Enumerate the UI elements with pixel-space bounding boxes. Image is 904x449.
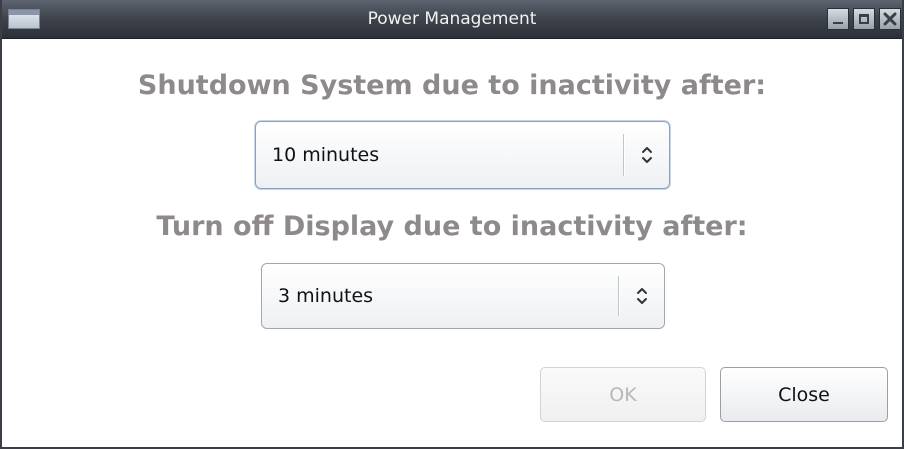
- display-timeout-select[interactable]: 3 minutes: [261, 263, 665, 329]
- shutdown-timeout-value: 10 minutes: [272, 144, 380, 166]
- close-button[interactable]: Close: [720, 367, 888, 422]
- shutdown-timeout-select[interactable]: 10 minutes: [255, 121, 670, 189]
- ok-button[interactable]: OK: [540, 367, 706, 422]
- maximize-button[interactable]: [853, 8, 875, 30]
- window-close-button[interactable]: [879, 8, 901, 30]
- power-management-window: Power Management Shutdown System due to …: [0, 0, 904, 449]
- maximize-icon: [859, 14, 869, 24]
- close-icon: [883, 12, 897, 26]
- updown-chevron-icon: [636, 288, 647, 304]
- minimize-icon: [833, 22, 843, 24]
- updown-chevron-icon: [641, 147, 652, 163]
- display-heading: Turn off Display due to inactivity after…: [156, 211, 748, 242]
- window-title: Power Management: [367, 9, 537, 29]
- minimize-button[interactable]: [827, 8, 849, 30]
- combo-arrow-button[interactable]: [619, 264, 664, 328]
- shutdown-heading: Shutdown System due to inactivity after:: [137, 70, 767, 101]
- display-timeout-value: 3 minutes: [278, 285, 374, 307]
- combo-arrow-button[interactable]: [624, 122, 669, 188]
- titlebar[interactable]: Power Management: [2, 0, 902, 39]
